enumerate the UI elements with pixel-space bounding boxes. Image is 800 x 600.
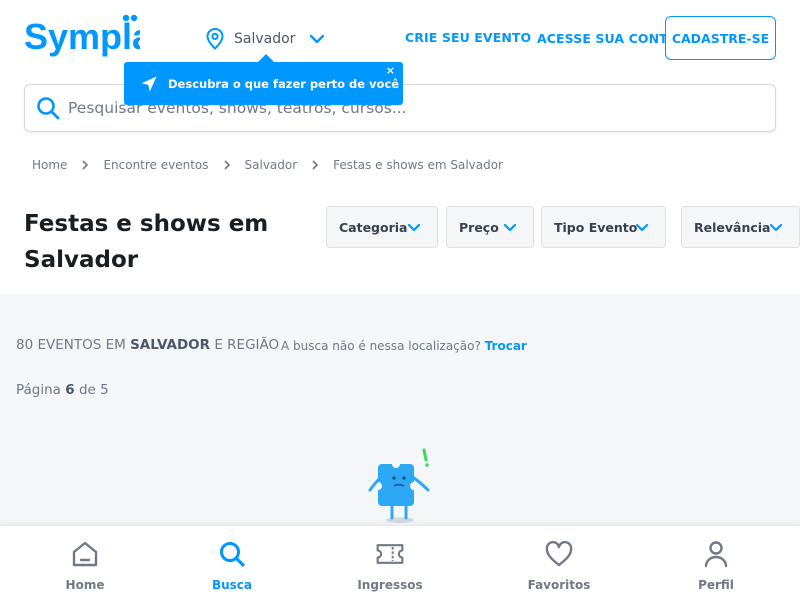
home-icon (72, 541, 98, 567)
page-suffix: de 5 (78, 382, 109, 398)
change-location-link[interactable]: Trocar (485, 339, 527, 353)
page-current: 6 (65, 382, 75, 398)
filter-label: Tipo Evento (554, 219, 638, 235)
breadcrumb-current: Festas e shows em Salvador (333, 158, 503, 172)
chevron-down-icon (310, 34, 325, 44)
chevron-down-icon (635, 223, 649, 232)
breadcrumb-home[interactable]: Home (32, 158, 67, 172)
login-link[interactable]: ACESSE SUA CONTA (537, 31, 677, 46)
nav-label: Perfil (698, 578, 734, 592)
ticket-icon (376, 544, 404, 564)
create-event-link[interactable]: CRIE SEU EVENTO (405, 30, 531, 45)
nav-label: Favoritos (527, 578, 591, 592)
nav-home[interactable]: Home (35, 540, 135, 592)
results-count: 80 EVENTOS EM SALVADOR E REGIÃO (16, 337, 279, 353)
tooltip-text: Descubra o que fazer perto de você (168, 76, 400, 91)
nav-label: Busca (211, 578, 253, 592)
page-prefix: Página (16, 382, 61, 398)
close-icon[interactable]: × (386, 64, 395, 77)
map-pin-icon (206, 28, 224, 50)
relocate-question: A busca não é nessa localização? (281, 339, 481, 353)
search-icon (220, 542, 245, 567)
filter-relevancia[interactable]: Relevância (681, 206, 800, 248)
nav-ingressos[interactable]: Ingressos (340, 540, 440, 592)
navigation-arrow-icon (141, 76, 157, 91)
nav-label: Ingressos (357, 578, 423, 592)
chevron-right-icon (223, 160, 230, 170)
filter-categoria[interactable]: Categoria (326, 206, 438, 248)
count-city: SALVADOR (130, 337, 211, 353)
relocate-prompt: A busca não é nessa localização? Trocar (281, 339, 527, 353)
filter-label: Preço (459, 219, 499, 235)
location-selector[interactable]: Salvador (206, 26, 325, 52)
nav-favoritos[interactable]: Favoritos (509, 540, 609, 592)
user-icon (704, 541, 728, 568)
results-section: 80 EVENTOS EM SALVADOR E REGIÃO A busca … (0, 294, 800, 534)
count-suffix: E REGIÃO (214, 337, 280, 353)
nav-label: Home (65, 578, 105, 592)
chevron-down-icon (503, 223, 517, 232)
chevron-down-icon (769, 223, 783, 232)
count-prefix: 80 EVENTOS EM (16, 337, 126, 353)
breadcrumb: Home Encontre eventos Salvador Festas e … (32, 158, 503, 172)
bottom-navigation: Home Busca Ingressos Favoritos Perfil (0, 525, 800, 600)
location-tooltip: Descubra o que fazer perto de você × (124, 54, 403, 105)
search-icon[interactable] (36, 96, 60, 120)
breadcrumb-encontre-eventos[interactable]: Encontre eventos (103, 158, 208, 172)
chevron-right-icon (312, 160, 319, 170)
logo-text: Sympla (24, 16, 140, 57)
chevron-down-icon (407, 223, 421, 232)
location-label: Salvador (234, 31, 296, 47)
page-title: Festas e shows em Salvador (24, 211, 269, 273)
mascot-illustration (368, 448, 430, 523)
chevron-right-icon (82, 160, 89, 170)
filter-label: Categoria (339, 219, 408, 235)
signup-button[interactable]: CADASTRE-SE (665, 16, 776, 60)
nav-busca[interactable]: Busca (182, 540, 282, 592)
nav-perfil[interactable]: Perfil (666, 540, 766, 592)
sympla-logo[interactable]: Sympla (24, 13, 140, 57)
breadcrumb-salvador[interactable]: Salvador (245, 158, 298, 172)
filter-label: Relevância (694, 219, 771, 235)
pagination-info: Página 6 de 5 (16, 382, 109, 398)
heart-icon (545, 540, 573, 567)
filter-tipo-evento[interactable]: Tipo Evento (541, 206, 666, 248)
filter-preco[interactable]: Preço (446, 206, 534, 248)
